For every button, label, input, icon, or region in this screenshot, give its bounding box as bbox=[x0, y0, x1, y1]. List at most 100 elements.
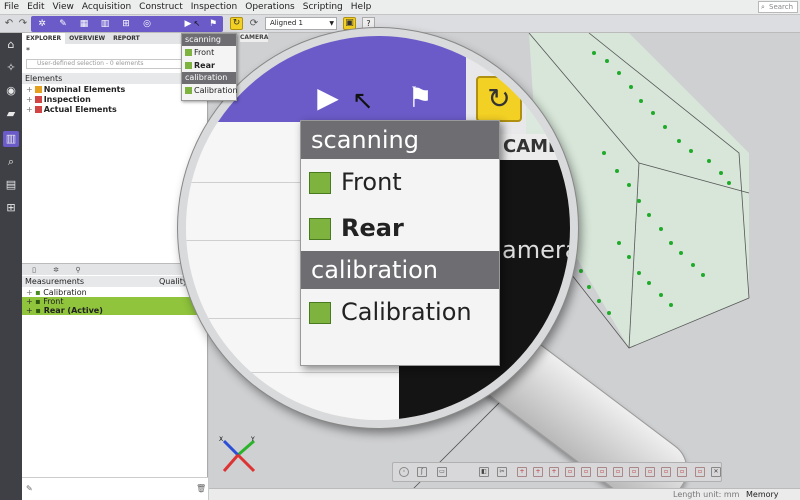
measurement-label: Calibration bbox=[43, 288, 87, 297]
tab-explorer[interactable]: EXPLORER bbox=[22, 33, 66, 44]
scan-menu-zoomed: scanning Front Rear calibration Calibrat… bbox=[300, 120, 500, 366]
inspect-icon[interactable]: ⌕ bbox=[3, 154, 19, 170]
scan-series-icon bbox=[309, 172, 331, 194]
calibration-icon bbox=[185, 87, 192, 94]
measurement-row-rear[interactable]: + ▪ Rear (Active) bbox=[22, 306, 208, 315]
menu-help[interactable]: Help bbox=[347, 0, 376, 15]
refresh-icon[interactable]: ↻ bbox=[230, 17, 243, 30]
select-circle-icon[interactable]: ▫ bbox=[597, 467, 607, 477]
tree-item-nominal[interactable]: + Nominal Elements bbox=[26, 85, 125, 95]
menu-view[interactable]: View bbox=[49, 0, 78, 15]
expand-icon[interactable]: + bbox=[26, 297, 33, 306]
delete-selection-icon[interactable]: ✕ bbox=[711, 467, 721, 477]
tab-tripod-icon[interactable]: ⚲ bbox=[70, 265, 86, 275]
magnifier-lens: ▶ ↖ ⚑ ↻ CAMERA amera scanning Front Rear… bbox=[186, 36, 570, 420]
sync-icon[interactable]: ⟳ bbox=[248, 18, 260, 30]
tree-item-inspection[interactable]: + Inspection bbox=[26, 95, 91, 105]
select-mask-icon[interactable]: ▫ bbox=[645, 467, 655, 477]
menu-item-calibration[interactable]: Calibration bbox=[182, 84, 238, 97]
probe-icon[interactable]: ✎ bbox=[57, 18, 69, 30]
monitor-icon[interactable]: ▭ bbox=[437, 467, 447, 477]
menu-edit[interactable]: Edit bbox=[23, 0, 48, 15]
menu-operations[interactable]: Operations bbox=[241, 0, 298, 15]
scan-workspace-icon[interactable]: ▥ bbox=[3, 131, 19, 147]
align-settings-icon[interactable]: ▣ bbox=[343, 17, 356, 30]
redo-icon[interactable]: ↷ bbox=[17, 18, 29, 30]
menu-item-label: Calibration bbox=[194, 86, 238, 95]
alignment-select[interactable]: Aligned 1 ▼ bbox=[265, 17, 337, 30]
menu-group-scanning: scanning bbox=[301, 121, 499, 159]
select-surface-icon[interactable]: ▫ bbox=[613, 467, 623, 477]
scan-point bbox=[689, 149, 693, 153]
edit-icon[interactable]: ✎ bbox=[26, 484, 33, 493]
actual-icon bbox=[34, 106, 42, 113]
wrench-icon[interactable]: ✧ bbox=[3, 60, 19, 76]
menu-item-front[interactable]: Front bbox=[301, 159, 499, 205]
select-through-icon[interactable]: ▫ bbox=[661, 467, 671, 477]
measurement-label: Front bbox=[43, 297, 64, 306]
select-rect-icon[interactable]: ▫ bbox=[565, 467, 575, 477]
menu-acquisition[interactable]: Acquisition bbox=[78, 0, 135, 15]
bars-icon[interactable]: ▥ bbox=[99, 18, 111, 30]
menu-file[interactable]: File bbox=[0, 0, 23, 15]
select-poly-icon[interactable]: ▫ bbox=[581, 467, 591, 477]
select-line-icon[interactable]: + bbox=[533, 467, 543, 477]
measurement-row-front[interactable]: + ▪ Front bbox=[22, 297, 208, 306]
target-icon[interactable]: ◎ bbox=[141, 18, 153, 30]
star-marker: * bbox=[26, 46, 30, 55]
cube-icon[interactable]: ◧ bbox=[479, 467, 489, 477]
tab-report[interactable]: REPORT bbox=[109, 33, 144, 44]
scan-point bbox=[707, 159, 711, 163]
deselect-icon[interactable]: ▫ bbox=[677, 467, 687, 477]
checkered-flag-icon[interactable]: ⚑ bbox=[207, 18, 219, 30]
measurement-row-calibration[interactable]: + ▪ Calibration bbox=[22, 288, 208, 297]
expand-icon[interactable]: + bbox=[26, 288, 33, 297]
trim-icon[interactable]: ✂ bbox=[497, 467, 507, 477]
grid-icon[interactable]: ▦ bbox=[78, 18, 90, 30]
selection-filter-input[interactable]: User-defined selection - 0 elements bbox=[26, 59, 204, 69]
menu-construct[interactable]: Construct bbox=[135, 0, 187, 15]
acquisition-toolbar: ✲ ✎ ▦ ▥ ⊞ ◎ ▶ ↖ ⚑ bbox=[31, 16, 223, 32]
scan-point bbox=[587, 285, 591, 289]
camera-icon[interactable]: ▰ bbox=[3, 106, 19, 122]
measurement-label: Rear (Active) bbox=[43, 306, 103, 315]
menu-inspection[interactable]: Inspection bbox=[187, 0, 242, 15]
view-icon[interactable]: ◦ bbox=[399, 467, 409, 477]
menu-item-rear[interactable]: Rear bbox=[182, 59, 236, 72]
camera-tab-label[interactable]: CAMERA bbox=[499, 134, 570, 160]
align-icon[interactable]: ⊞ bbox=[120, 18, 132, 30]
home-icon[interactable]: ⌂ bbox=[3, 37, 19, 53]
tab-sensor-icon[interactable]: ✲ bbox=[48, 265, 64, 275]
select-point-icon[interactable]: + bbox=[517, 467, 527, 477]
expand-icon[interactable]: + bbox=[26, 306, 33, 315]
apps-icon[interactable]: ⊞ bbox=[3, 200, 19, 216]
workspace-bar: ⌂ ✧ ◉ ▰ ▥ ⌕ ▤ ⊞ bbox=[0, 33, 22, 500]
menu-item-label: Calibration bbox=[341, 298, 472, 326]
menu-item-front[interactable]: Front bbox=[182, 46, 236, 59]
tree-item-actual[interactable]: + Actual Elements bbox=[26, 105, 117, 115]
checkered-flag-icon[interactable]: ⚑ bbox=[396, 74, 444, 122]
chevron-down-icon: ▼ bbox=[329, 20, 334, 27]
report-icon[interactable]: ▤ bbox=[3, 177, 19, 193]
select-area-icon[interactable]: + bbox=[549, 467, 559, 477]
scan-icon[interactable]: ✲ bbox=[36, 18, 48, 30]
tab-measurements-icon[interactable]: ▯ bbox=[26, 265, 42, 275]
menu-item-rear[interactable]: Rear bbox=[301, 205, 499, 251]
divider bbox=[186, 372, 399, 373]
expand-icon[interactable]: + bbox=[26, 95, 33, 104]
pick-icon[interactable]: ʃ bbox=[417, 467, 427, 477]
menu-scripting[interactable]: Scripting bbox=[299, 0, 347, 15]
measurement-series-icon[interactable]: ▶ bbox=[304, 74, 352, 122]
search-input[interactable]: ⌕ Search bbox=[758, 1, 798, 13]
gauge-icon[interactable]: ◉ bbox=[3, 83, 19, 99]
expand-icon[interactable]: + bbox=[26, 105, 33, 114]
trash-icon[interactable]: 🗑 bbox=[196, 484, 206, 493]
select-patch-icon[interactable]: ▫ bbox=[629, 467, 639, 477]
scan-point bbox=[659, 293, 663, 297]
refresh-icon[interactable]: ↻ bbox=[476, 76, 522, 122]
menu-item-calibration[interactable]: Calibration bbox=[301, 289, 499, 335]
undo-icon[interactable]: ↶ bbox=[3, 18, 15, 30]
expand-icon[interactable]: + bbox=[26, 85, 33, 94]
invert-icon[interactable]: ▫ bbox=[695, 467, 705, 477]
tab-overview[interactable]: OVERVIEW bbox=[65, 33, 109, 44]
